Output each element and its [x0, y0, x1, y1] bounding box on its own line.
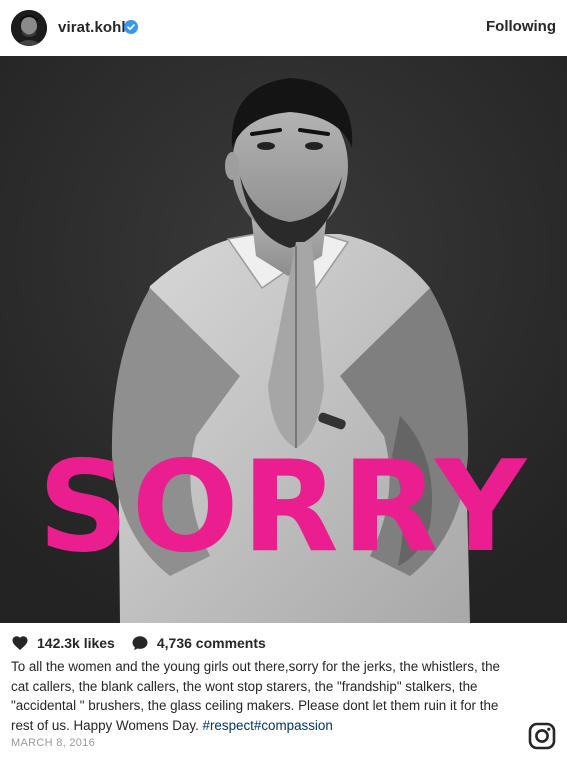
post-header: virat.kohli Following	[0, 0, 567, 56]
following-button[interactable]: Following	[486, 18, 556, 35]
sorry-overlay-text: SORRY	[37, 433, 530, 580]
username[interactable]: virat.kohli	[58, 19, 130, 36]
likes-count[interactable]: 142.3k likes	[37, 635, 115, 651]
heart-icon[interactable]	[11, 634, 29, 652]
post-caption: To all the women and the young girls out…	[11, 657, 521, 735]
post-stats: 142.3k likes 4,736 comments	[11, 633, 266, 653]
post-photo[interactable]: SORRY	[0, 56, 567, 623]
instagram-post: virat.kohli Following SORRY 142.3k likes…	[0, 0, 567, 760]
comments-count[interactable]: 4,736 comments	[157, 635, 266, 651]
caption-hashtags[interactable]: #respect#compassion	[203, 718, 333, 733]
speech-bubble-icon[interactable]	[131, 634, 149, 652]
verified-badge-icon	[124, 20, 138, 34]
post-date[interactable]: MARCH 8, 2016	[11, 737, 95, 749]
instagram-icon[interactable]	[528, 722, 556, 750]
avatar[interactable]	[11, 10, 47, 46]
